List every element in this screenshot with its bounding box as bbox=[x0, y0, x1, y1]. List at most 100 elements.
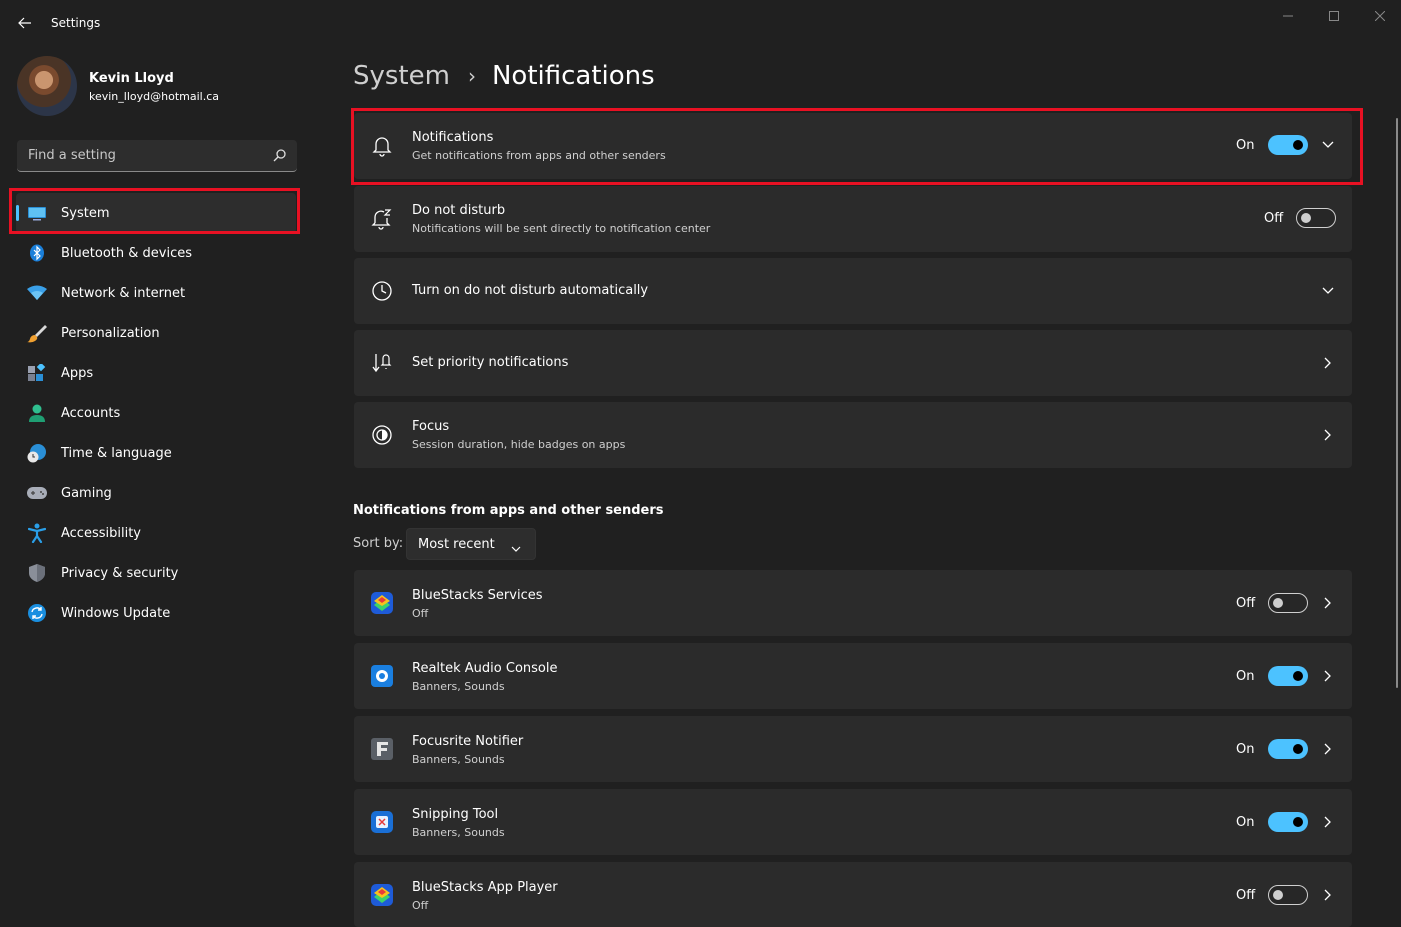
sort-dropdown[interactable]: Most recent bbox=[406, 528, 536, 560]
search-input[interactable] bbox=[17, 140, 267, 170]
user-name: Kevin Lloyd bbox=[89, 71, 174, 86]
app-toggle[interactable] bbox=[1268, 739, 1308, 759]
bluestacks-player-icon bbox=[370, 883, 394, 907]
app-detail: Banners, Sounds bbox=[412, 753, 505, 766]
app-row-bluestacks-player[interactable]: BlueStacks App Player Off Off bbox=[354, 862, 1352, 927]
clock-icon bbox=[370, 279, 394, 303]
maximize-button[interactable] bbox=[1324, 6, 1344, 26]
sidebar-item-label: Time & language bbox=[61, 445, 172, 461]
update-icon bbox=[27, 603, 47, 623]
dnd-automatically-card[interactable]: Turn on do not disturb automatically bbox=[354, 258, 1352, 324]
setting-title: Do not disturb bbox=[412, 203, 506, 218]
priority-notifications-card[interactable]: Set priority notifications bbox=[354, 330, 1352, 396]
avatar[interactable] bbox=[17, 56, 77, 116]
chevron-right-icon[interactable] bbox=[1321, 596, 1335, 610]
focus-card[interactable]: Focus Session duration, hide badges on a… bbox=[354, 402, 1352, 468]
chevron-right-icon[interactable] bbox=[1321, 888, 1335, 902]
minimize-button[interactable] bbox=[1278, 6, 1298, 26]
sidebar-item-label: Bluetooth & devices bbox=[61, 245, 192, 261]
user-email: kevin_lloyd@hotmail.ca bbox=[89, 90, 219, 103]
sidebar-item-gaming[interactable]: Gaming bbox=[16, 473, 296, 513]
breadcrumb: System › Notifications bbox=[353, 56, 655, 96]
sidebar-item-accounts[interactable]: Accounts bbox=[16, 393, 296, 433]
app-row-snipping-tool[interactable]: Snipping Tool Banners, Sounds On bbox=[354, 789, 1352, 855]
chevron-right-icon[interactable] bbox=[1321, 815, 1335, 829]
scrollbar[interactable] bbox=[1396, 118, 1398, 688]
toggle-state-label: On bbox=[1236, 742, 1255, 757]
person-icon bbox=[27, 403, 47, 423]
sidebar-item-time-language[interactable]: Time & language bbox=[16, 433, 296, 473]
app-name: Realtek Audio Console bbox=[412, 661, 558, 676]
app-name: BlueStacks Services bbox=[412, 588, 543, 603]
bluetooth-icon bbox=[27, 243, 47, 263]
sidebar-item-apps[interactable]: Apps bbox=[16, 353, 296, 393]
breadcrumb-parent[interactable]: System bbox=[353, 61, 450, 91]
sidebar-item-label: Gaming bbox=[61, 485, 112, 501]
apps-icon bbox=[27, 363, 47, 383]
sidebar-item-label: Personalization bbox=[61, 325, 160, 341]
toggle-state-label: Off bbox=[1236, 596, 1256, 611]
toggle-state-label: On bbox=[1236, 669, 1255, 684]
setting-subtitle: Session duration, hide badges on apps bbox=[412, 438, 626, 451]
brush-icon bbox=[27, 323, 47, 343]
sidebar-item-windows-update[interactable]: Windows Update bbox=[16, 593, 296, 633]
app-name: Focusrite Notifier bbox=[412, 734, 524, 749]
sidebar-item-bluetooth[interactable]: Bluetooth & devices bbox=[16, 233, 296, 273]
app-row-realtek[interactable]: Realtek Audio Console Banners, Sounds On bbox=[354, 643, 1352, 709]
sidebar-nav: System Bluetooth & devices Network & int… bbox=[16, 193, 296, 633]
bluestacks-services-icon bbox=[370, 591, 394, 615]
sort-value: Most recent bbox=[418, 537, 495, 552]
section-heading: Notifications from apps and other sender… bbox=[353, 503, 664, 518]
sidebar-item-label: Accessibility bbox=[61, 525, 141, 541]
chevron-down-icon[interactable] bbox=[1321, 284, 1335, 298]
setting-title: Turn on do not disturb automatically bbox=[412, 283, 649, 298]
toggle-state-label: Off bbox=[1264, 211, 1284, 226]
sidebar-item-label: Windows Update bbox=[61, 605, 171, 621]
setting-title: Focus bbox=[412, 419, 450, 434]
gamepad-icon bbox=[27, 483, 47, 503]
globe-clock-icon bbox=[27, 443, 47, 463]
sidebar-item-network[interactable]: Network & internet bbox=[16, 273, 296, 313]
focusrite-icon bbox=[370, 737, 394, 761]
setting-title: Set priority notifications bbox=[412, 355, 569, 370]
sidebar-item-label: Privacy & security bbox=[61, 565, 179, 581]
app-name: BlueStacks App Player bbox=[412, 880, 558, 895]
back-arrow-icon bbox=[18, 17, 31, 29]
app-toggle[interactable] bbox=[1268, 593, 1308, 613]
search-icon[interactable] bbox=[273, 148, 287, 162]
close-button[interactable] bbox=[1370, 6, 1390, 26]
app-detail: Off bbox=[412, 607, 429, 620]
title-bar: Settings bbox=[0, 0, 1401, 46]
accessibility-icon bbox=[27, 523, 47, 543]
chevron-down-icon bbox=[511, 538, 521, 557]
sidebar-item-accessibility[interactable]: Accessibility bbox=[16, 513, 296, 553]
highlight-box-system bbox=[9, 188, 300, 234]
app-row-focusrite[interactable]: Focusrite Notifier Banners, Sounds On bbox=[354, 716, 1352, 782]
app-detail: Banners, Sounds bbox=[412, 826, 505, 839]
app-row-bluestacks-services[interactable]: BlueStacks Services Off Off bbox=[354, 570, 1352, 636]
focus-icon bbox=[370, 423, 394, 447]
back-button[interactable] bbox=[14, 12, 36, 34]
toggle-state-label: Off bbox=[1236, 888, 1256, 903]
app-toggle[interactable] bbox=[1268, 885, 1308, 905]
page-title: Notifications bbox=[491, 61, 655, 91]
setting-subtitle: Notifications will be sent directly to n… bbox=[412, 222, 711, 235]
app-toggle[interactable] bbox=[1268, 812, 1308, 832]
sidebar-item-label: Network & internet bbox=[61, 285, 186, 301]
do-not-disturb-card[interactable]: Do not disturb Notifications will be sen… bbox=[354, 186, 1352, 252]
chevron-right-icon[interactable] bbox=[1321, 428, 1335, 442]
do-not-disturb-toggle[interactable] bbox=[1296, 208, 1336, 228]
close-icon bbox=[1375, 11, 1385, 21]
app-detail: Off bbox=[412, 899, 429, 912]
minimize-icon bbox=[1283, 15, 1293, 17]
sidebar-item-personalization[interactable]: Personalization bbox=[16, 313, 296, 353]
sidebar-item-privacy[interactable]: Privacy & security bbox=[16, 553, 296, 593]
search-box[interactable] bbox=[17, 140, 297, 172]
sidebar-item-label: Accounts bbox=[61, 405, 121, 421]
chevron-right-icon[interactable] bbox=[1321, 742, 1335, 756]
chevron-right-icon[interactable] bbox=[1321, 356, 1335, 370]
chevron-right-icon[interactable] bbox=[1321, 669, 1335, 683]
app-name: Snipping Tool bbox=[412, 807, 499, 822]
app-toggle[interactable] bbox=[1268, 666, 1308, 686]
bell-snooze-icon bbox=[370, 207, 394, 231]
